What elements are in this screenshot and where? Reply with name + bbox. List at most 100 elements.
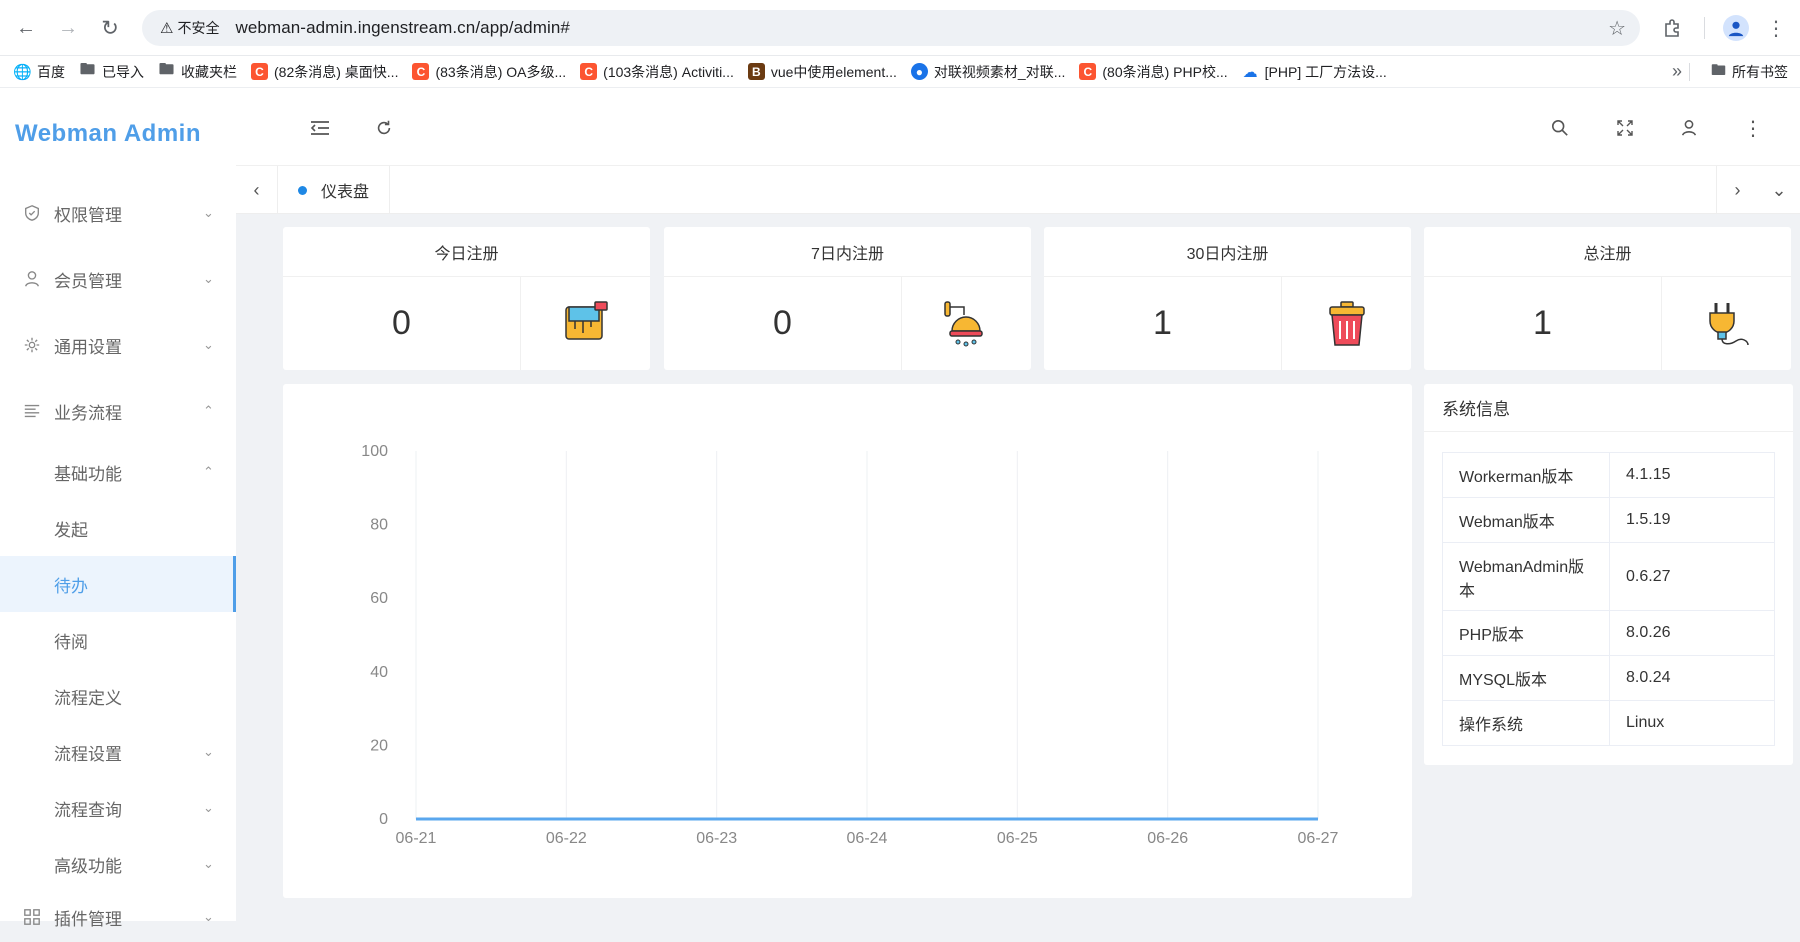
sidebar: Webman Admin 权限管理 ⌄ 会员管理 ⌄ 通用设置 ⌄ 业务流程 ⌃… xyxy=(0,88,236,921)
bookmark-item[interactable]: ●对联视频素材_对联... xyxy=(911,62,1065,82)
info-value: 4.1.15 xyxy=(1610,453,1775,498)
submenu-process-settings[interactable]: 流程设置 ⌄ xyxy=(0,724,236,780)
user-icon[interactable] xyxy=(1677,116,1701,140)
chevron-up-icon: ⌃ xyxy=(203,464,214,480)
submenu-label: 发起 xyxy=(54,516,88,541)
submenu-label: 待办 xyxy=(54,572,88,597)
app-logo[interactable]: Webman Admin xyxy=(0,88,236,180)
warning-icon: ⚠ xyxy=(160,19,173,37)
stat-title: 30日内注册 xyxy=(1044,227,1411,277)
y-tick-label: 20 xyxy=(370,737,388,754)
tabs-scroll-right-icon[interactable]: › xyxy=(1716,166,1758,214)
submenu-advanced[interactable]: 高级功能 ⌄ xyxy=(0,836,236,892)
submenu-item-process-definition[interactable]: 流程定义 xyxy=(0,668,236,724)
forward-icon[interactable]: → xyxy=(54,14,82,42)
address-bar[interactable]: ⚠ 不安全 webman-admin.ingenstream.cn/app/ad… xyxy=(142,10,1640,46)
bookmark-item[interactable]: 🖿收藏夹栏 xyxy=(158,62,237,82)
browser-menu-icon[interactable]: ⋮ xyxy=(1762,14,1790,42)
system-info-table: Workerman版本4.1.15 Webman版本1.5.19 WebmanA… xyxy=(1442,452,1775,746)
back-icon[interactable]: ← xyxy=(12,14,40,42)
stat-card-7days: 7日内注册 0 xyxy=(664,227,1031,370)
submenu-label: 流程设置 xyxy=(54,740,122,765)
gear-icon xyxy=(23,336,41,354)
paint-bucket-icon xyxy=(521,277,650,370)
submenu-process-query[interactable]: 流程查询 ⌄ xyxy=(0,780,236,836)
info-value: 8.0.24 xyxy=(1610,656,1775,701)
line-chart: 02040608010006-2106-2206-2306-2406-2506-… xyxy=(283,384,1412,898)
extensions-icon[interactable] xyxy=(1658,14,1686,42)
bookmark-item[interactable]: C(103条消息) Activiti... xyxy=(580,62,734,82)
submenu-label: 高级功能 xyxy=(54,852,122,877)
table-row: Webman版本1.5.19 xyxy=(1443,498,1775,543)
collapse-menu-icon[interactable] xyxy=(308,116,332,140)
search-icon[interactable] xyxy=(1548,116,1572,140)
stat-card-today: 今日注册 0 xyxy=(283,227,650,370)
submenu-item-initiate[interactable]: 发起 xyxy=(0,500,236,556)
fullscreen-icon[interactable] xyxy=(1613,116,1637,140)
more-bookmarks-icon[interactable]: » xyxy=(1672,61,1682,82)
toolbar-divider xyxy=(1704,17,1705,39)
stat-value: 0 xyxy=(664,277,902,370)
info-value: Linux xyxy=(1610,701,1775,746)
more-vertical-icon[interactable]: ⋮ xyxy=(1741,116,1765,140)
bookmark-item[interactable]: 🌐百度 xyxy=(14,62,65,82)
menu-item-members[interactable]: 会员管理 ⌄ xyxy=(0,246,236,312)
csdn-icon: C xyxy=(251,63,268,80)
submenu-basic[interactable]: 基础功能 ⌃ xyxy=(0,444,236,500)
security-indicator[interactable]: ⚠ 不安全 xyxy=(152,15,227,41)
menu-label: 会员管理 xyxy=(54,267,122,292)
info-key: PHP版本 xyxy=(1443,611,1610,656)
trash-can-icon xyxy=(1282,277,1411,370)
stat-card-total: 总注册 1 xyxy=(1424,227,1791,370)
tabs-dropdown-icon[interactable]: ⌄ xyxy=(1758,166,1800,214)
menu-label: 插件管理 xyxy=(54,905,122,930)
menu-item-workflow[interactable]: 业务流程 ⌃ xyxy=(0,378,236,444)
bookmark-item[interactable]: Bvue中使用element... xyxy=(748,62,897,82)
list-icon xyxy=(23,402,41,420)
blue-globe-icon: ● xyxy=(911,63,928,80)
bookmark-item[interactable]: C(83条消息) OA多级... xyxy=(412,62,566,82)
menu-label: 通用设置 xyxy=(54,333,122,358)
reload-icon[interactable]: ↻ xyxy=(96,14,124,42)
top-header: ⋮ xyxy=(236,88,1800,166)
stat-value: 1 xyxy=(1424,277,1662,370)
system-info-title: 系统信息 xyxy=(1424,384,1793,432)
x-tick-label: 06-24 xyxy=(847,830,888,847)
info-key: 操作系统 xyxy=(1443,701,1610,746)
grid-icon xyxy=(23,908,41,926)
url-text[interactable]: webman-admin.ingenstream.cn/app/admin# xyxy=(235,18,570,38)
menu-item-settings[interactable]: 通用设置 ⌄ xyxy=(0,312,236,378)
tab-label: 仪表盘 xyxy=(321,178,369,202)
submenu-label: 流程查询 xyxy=(54,796,122,821)
stat-card-30days: 30日内注册 1 xyxy=(1044,227,1411,370)
cloud-icon: ☁ xyxy=(1242,63,1259,80)
submenu-item-to-read[interactable]: 待阅 xyxy=(0,612,236,668)
bookmark-item[interactable]: ☁[PHP] 工厂方法设... xyxy=(1242,62,1387,82)
submenu-item-todo[interactable]: 待办 xyxy=(0,556,236,612)
menu-label: 业务流程 xyxy=(54,399,122,424)
tabs-bar: ‹ 仪表盘 › ⌄ xyxy=(236,166,1800,214)
menu-item-permissions[interactable]: 权限管理 ⌄ xyxy=(0,180,236,246)
shower-icon xyxy=(902,277,1031,370)
profile-avatar[interactable] xyxy=(1722,14,1750,42)
user-icon xyxy=(23,270,41,288)
tab-dashboard[interactable]: 仪表盘 xyxy=(278,166,390,214)
refresh-icon[interactable] xyxy=(372,116,396,140)
plug-icon xyxy=(1662,277,1791,370)
folder-icon: 🖿 xyxy=(1711,60,1726,85)
all-bookmarks[interactable]: 🖿所有书签 xyxy=(1711,56,1788,88)
info-value: 1.5.19 xyxy=(1610,498,1775,543)
x-tick-label: 06-23 xyxy=(696,830,737,847)
csdn-icon: C xyxy=(580,63,597,80)
bookmark-star-icon[interactable]: ☆ xyxy=(1608,16,1626,41)
folder-icon: 🖿 xyxy=(158,63,175,80)
submenu-label: 流程定义 xyxy=(54,684,122,709)
y-tick-label: 80 xyxy=(370,517,388,534)
bookmark-item[interactable]: 🖿已导入 xyxy=(79,62,144,82)
menu-item-plugins[interactable]: 插件管理 ⌄ xyxy=(0,892,236,942)
tabs-scroll-left-icon[interactable]: ‹ xyxy=(236,166,278,214)
bookmark-item[interactable]: C(82条消息) 桌面快... xyxy=(251,62,398,82)
bookmark-item[interactable]: C(80条消息) PHP校... xyxy=(1079,62,1227,82)
stat-title: 今日注册 xyxy=(283,227,650,277)
chevron-down-icon: ⌄ xyxy=(203,744,214,760)
